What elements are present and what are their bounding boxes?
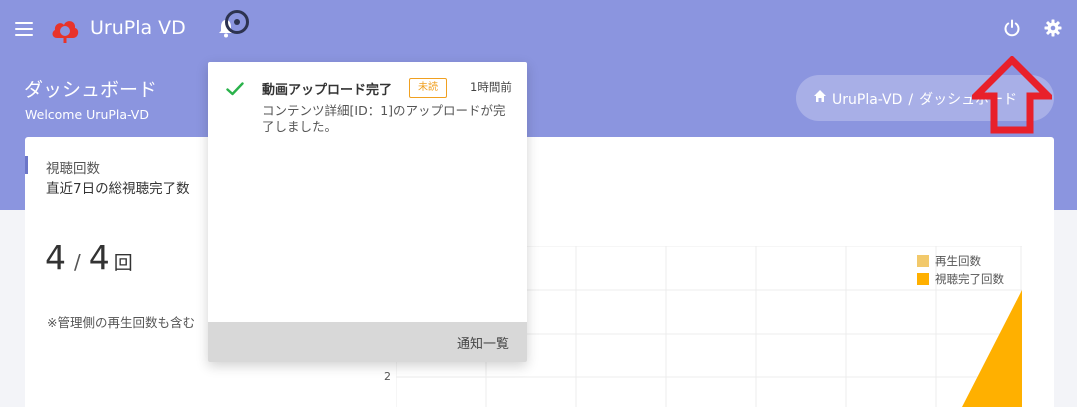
- chart-legend: 再生回数 視聴完了回数: [917, 252, 1004, 288]
- page-title: ダッシュボード: [24, 79, 158, 101]
- arrow-annotation-icon: [972, 56, 1052, 134]
- gear-icon[interactable]: [1044, 19, 1062, 37]
- unread-badge: 未読: [409, 78, 447, 98]
- card-note: ※管理側の再生回数も含む: [47, 315, 195, 330]
- notification-title[interactable]: 動画アップロード完了: [262, 79, 392, 98]
- legend-label: 視聴完了回数: [935, 272, 1004, 286]
- series-area-completed: [962, 290, 1022, 407]
- hamburger-icon[interactable]: [15, 22, 33, 36]
- notification-list-link[interactable]: 通知一覧: [457, 333, 509, 352]
- total-count: 4: [88, 238, 110, 277]
- home-icon[interactable]: [813, 89, 827, 103]
- notification-footer: 通知一覧: [208, 322, 527, 362]
- cloud-logo-icon[interactable]: [50, 16, 80, 44]
- brand-name[interactable]: UruPla VD: [90, 17, 186, 39]
- notification-time: 1時間前: [470, 80, 512, 94]
- checkmark-icon: [226, 82, 244, 96]
- legend-label: 再生回数: [935, 254, 981, 268]
- legend-item[interactable]: 視聴完了回数: [917, 270, 1004, 288]
- legend-swatch: [917, 255, 929, 267]
- views-count: 4/4 回: [45, 238, 133, 277]
- power-icon[interactable]: [1003, 19, 1021, 37]
- page-subtitle: Welcome UruPla-VD: [25, 107, 149, 122]
- legend-swatch: [917, 273, 929, 285]
- count-unit: 回: [113, 252, 133, 274]
- card-sublabel: 直近7日の総視聴完了数: [46, 181, 190, 197]
- legend-item[interactable]: 再生回数: [917, 252, 1004, 270]
- cursor-indicator-icon: [225, 10, 249, 34]
- card-label: 視聴回数: [46, 161, 100, 177]
- card-accent-bar: [25, 156, 28, 174]
- completed-count: 4: [45, 238, 66, 277]
- breadcrumb-separator: /: [908, 92, 914, 108]
- count-separator: /: [74, 250, 81, 274]
- y-tick-label: 2: [384, 370, 391, 383]
- notification-body[interactable]: コンテンツ詳細[ID：1]のアップロードが完了しました。: [262, 103, 514, 135]
- breadcrumb-home-link[interactable]: UruPla-VD: [832, 92, 902, 108]
